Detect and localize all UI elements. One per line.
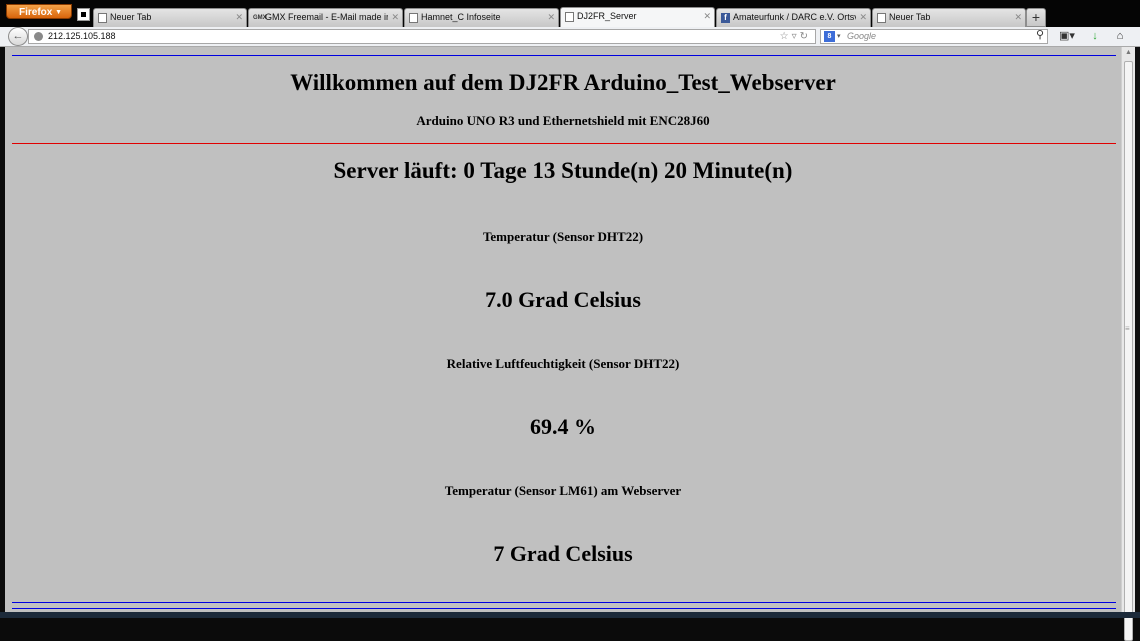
tab-title: Neuer Tab	[889, 12, 931, 22]
facebook-icon: f	[721, 13, 730, 23]
search-placeholder: Google	[847, 31, 877, 41]
google-engine-icon[interactable]: 8	[824, 31, 835, 42]
dropdown-arrow-icon: ▼	[55, 9, 62, 16]
page-content: Willkommen auf dem DJ2FR Arduino_Test_We…	[5, 47, 1121, 618]
horizontal-rule-bottom-2	[12, 608, 1116, 609]
tab-neuer-tab-1[interactable]: Neuer Tab ✕	[93, 8, 247, 27]
taskbar	[0, 612, 1140, 618]
sensor-label-dht22-humidity: Relative Luftfeuchtigkeit (Sensor DHT22)	[446, 356, 680, 371]
tab-title: Amateurfunk / DARC e.V. Ortsv...	[733, 12, 856, 22]
horizontal-rule-red	[12, 143, 1116, 144]
tab-title: DJ2FR_Server	[577, 11, 637, 21]
horizontal-rule-bottom-1	[12, 602, 1116, 603]
globe-icon	[34, 32, 43, 41]
scroll-up-arrow-icon[interactable]: ▲	[1122, 49, 1135, 56]
close-tab-icon[interactable]: ✕	[1014, 9, 1022, 26]
close-tab-icon[interactable]: ✕	[235, 9, 243, 26]
close-tab-icon[interactable]: ✕	[547, 9, 555, 26]
tab-groups-icon[interactable]	[77, 8, 90, 21]
tab-strip: Firefox ▼ Neuer Tab ✕ GMX GMX Freemail -…	[0, 0, 1140, 28]
close-tab-icon[interactable]: ✕	[703, 8, 711, 25]
tab-amateurfunk-darc[interactable]: f Amateurfunk / DARC e.V. Ortsv... ✕	[716, 8, 871, 27]
blank-page-icon	[98, 13, 107, 23]
sensor-label-lm61-temperature: Temperatur (Sensor LM61) am Webserver	[444, 483, 682, 498]
back-arrow-icon[interactable]: ←	[8, 27, 28, 46]
vertical-scrollbar[interactable]: ▲ ≡	[1121, 47, 1135, 641]
tab-title: Hamnet_C Infoseite	[421, 12, 501, 22]
search-magnifier-icon[interactable]: ⚲	[1036, 29, 1044, 42]
firefox-menu-label: Firefox	[19, 7, 53, 18]
gmx-icon: GMX	[253, 15, 267, 21]
scroll-grip-icon: ≡	[1125, 324, 1130, 333]
server-uptime: Server läuft: 0 Tage 13 Stunde(n) 20 Min…	[333, 158, 793, 183]
tab-hamnet-infoseite[interactable]: Hamnet_C Infoseite ✕	[404, 8, 559, 27]
horizontal-rule-top	[12, 55, 1116, 56]
bookmark-star-icon[interactable]: ☆▿↻	[780, 30, 811, 43]
blank-page-icon	[565, 12, 574, 22]
page-title: Willkommen auf dem DJ2FR Arduino_Test_We…	[290, 70, 836, 95]
close-tab-icon[interactable]: ✕	[391, 9, 399, 26]
chevron-down-icon[interactable]: ▾	[837, 30, 841, 43]
sensor-value-lm61-temperature: 7 Grad Celsius	[493, 541, 633, 566]
new-tab-button[interactable]: +	[1026, 8, 1046, 27]
sensor-value-dht22-temperature: 7.0 Grad Celsius	[485, 287, 641, 312]
sensor-value-dht22-humidity: 69.4 %	[530, 414, 596, 439]
window-edge	[1135, 47, 1140, 618]
search-bar[interactable]: 8 ▾ Google ⚲	[820, 29, 1048, 44]
address-text: 212.125.105.188	[48, 31, 116, 41]
scrollbar-thumb[interactable]	[1124, 61, 1133, 641]
firefox-menu-button[interactable]: Firefox ▼	[6, 4, 72, 19]
address-bar[interactable]: 212.125.105.188 ☆▿↻	[28, 29, 816, 44]
download-arrow-icon[interactable]: ↓	[1088, 29, 1102, 44]
tab-title: GMX Freemail - E-Mail made in ...	[265, 12, 388, 22]
sensor-label-dht22-temperature: Temperatur (Sensor DHT22)	[482, 229, 644, 244]
tab-title: Neuer Tab	[110, 12, 152, 22]
blank-page-icon	[877, 13, 886, 23]
page-subtitle: Arduino UNO R3 und Ethernetshield mit EN…	[416, 113, 710, 128]
navigation-toolbar: ← 212.125.105.188 ☆▿↻ 8 ▾ Google ⚲ ▣▾ ↓ …	[0, 27, 1140, 47]
tab-gmx-freemail[interactable]: GMX GMX Freemail - E-Mail made in ... ✕	[248, 8, 403, 27]
tab-dj2fr-server[interactable]: DJ2FR_Server ✕	[560, 7, 715, 28]
close-tab-icon[interactable]: ✕	[859, 9, 867, 26]
tab-neuer-tab-2[interactable]: Neuer Tab ✕	[872, 8, 1026, 27]
window-menu-icon[interactable]: ▣▾	[1056, 29, 1078, 44]
home-icon[interactable]: ⌂	[1113, 29, 1127, 44]
blank-page-icon	[409, 13, 418, 23]
